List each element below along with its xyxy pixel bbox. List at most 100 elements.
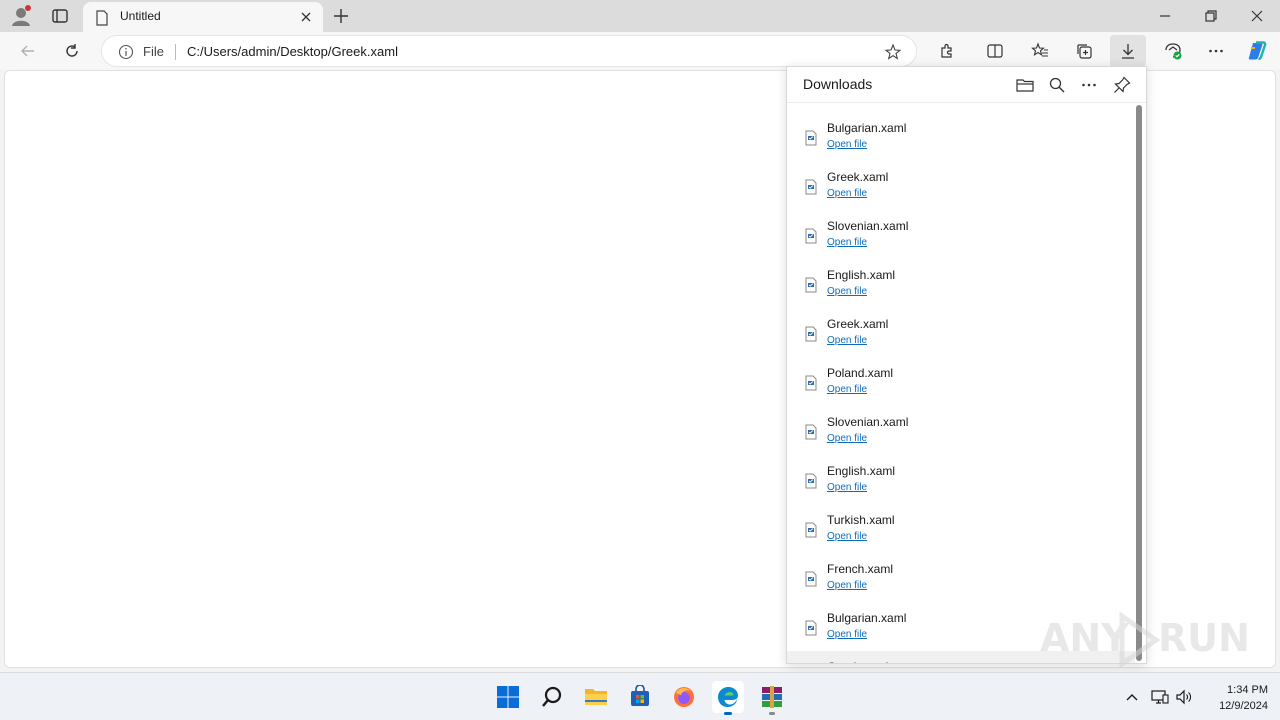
- download-item[interactable]: French.xaml Open file: [787, 553, 1135, 602]
- xaml-file-icon: [803, 130, 819, 146]
- back-icon[interactable]: [17, 40, 39, 62]
- open-file-link[interactable]: Open file: [827, 237, 867, 248]
- new-tab-icon[interactable]: [331, 6, 351, 26]
- split-screen-icon[interactable]: [984, 40, 1006, 62]
- refresh-icon[interactable]: [61, 40, 83, 62]
- running-indicator: [769, 712, 775, 715]
- close-tab-icon[interactable]: [299, 10, 313, 24]
- file-explorer-icon[interactable]: [580, 681, 612, 713]
- browser-essentials-icon[interactable]: [1162, 40, 1184, 62]
- xaml-file-icon: [803, 375, 819, 391]
- download-file-name: Bulgarian.xaml: [827, 121, 907, 135]
- download-item[interactable]: Greek.xaml Open file: [787, 308, 1135, 357]
- download-item[interactable]: Slovenian.xaml Open file: [787, 210, 1135, 259]
- favorite-star-icon[interactable]: [884, 43, 902, 61]
- download-file-name: Bulgarian.xaml: [827, 611, 907, 625]
- downloads-more-icon[interactable]: [1079, 75, 1099, 95]
- tab-actions-icon[interactable]: [50, 6, 70, 26]
- download-file-name: Greek.xaml: [827, 660, 888, 663]
- downloads-panel: Downloads Bulgarian.xaml Open file Greek.x…: [786, 66, 1147, 664]
- page-icon: [96, 10, 108, 26]
- active-indicator: [724, 712, 732, 715]
- open-file-link[interactable]: Open file: [827, 433, 867, 444]
- download-file-name: Greek.xaml: [827, 317, 889, 331]
- clock-time: 1:34 PM: [1227, 684, 1268, 696]
- address-separator: [175, 44, 176, 60]
- search-icon[interactable]: [1047, 75, 1067, 95]
- download-file-name: Slovenian.xaml: [827, 415, 909, 429]
- show-hidden-icons-icon[interactable]: [1122, 687, 1142, 707]
- tab-title: Untitled: [120, 9, 161, 23]
- download-item[interactable]: Poland.xaml Open file: [787, 357, 1135, 406]
- download-file-name: Greek.xaml: [827, 170, 889, 184]
- open-file-link[interactable]: Open file: [827, 384, 867, 395]
- clock-date: 12/9/2024: [1219, 700, 1268, 712]
- open-folder-icon[interactable]: [1015, 75, 1035, 95]
- site-info-icon[interactable]: [118, 44, 134, 60]
- download-file-name: French.xaml: [827, 562, 894, 576]
- copilot-icon[interactable]: [1246, 40, 1268, 62]
- xaml-file-icon: [803, 571, 819, 587]
- xaml-file-icon: [803, 228, 819, 244]
- browser-toolbar: File C:/Users/admin/Desktop/Greek.xaml: [0, 32, 1280, 70]
- download-item[interactable]: English.xaml Open file: [787, 259, 1135, 308]
- network-icon[interactable]: [1150, 687, 1170, 707]
- tab-untitled[interactable]: Untitled: [83, 2, 323, 32]
- downloads-title: Downloads: [803, 76, 873, 92]
- open-file-link[interactable]: Open file: [827, 188, 867, 199]
- download-file-name: Turkish.xaml: [827, 513, 895, 527]
- edge-taskbar-icon[interactable]: [712, 681, 744, 715]
- downloads-icon[interactable]: [1110, 35, 1146, 67]
- pin-icon[interactable]: [1112, 75, 1132, 95]
- url-text[interactable]: C:/Users/admin/Desktop/Greek.xaml: [187, 44, 398, 59]
- download-item[interactable]: Greek.xaml Open file: [787, 161, 1135, 210]
- favorites-icon[interactable]: [1029, 40, 1051, 62]
- minimize-icon[interactable]: [1155, 6, 1175, 26]
- volume-icon[interactable]: [1174, 687, 1194, 707]
- firefox-icon[interactable]: [668, 681, 700, 713]
- search-taskbar-icon[interactable]: [536, 681, 568, 713]
- open-file-link[interactable]: Open file: [827, 482, 867, 493]
- downloads-list: Bulgarian.xaml Open file Greek.xaml Open fi…: [787, 104, 1135, 663]
- download-item[interactable]: English.xaml Open file: [787, 455, 1135, 504]
- download-item[interactable]: Turkish.xaml Open file: [787, 504, 1135, 553]
- open-file-link[interactable]: Open file: [827, 531, 867, 542]
- scheme-label: File: [143, 44, 164, 59]
- xaml-file-icon: [803, 620, 819, 636]
- download-file-name: English.xaml: [827, 268, 896, 282]
- download-item[interactable]: Slovenian.xaml Open file: [787, 406, 1135, 455]
- address-bar[interactable]: File C:/Users/admin/Desktop/Greek.xaml: [101, 35, 917, 67]
- open-file-link[interactable]: Open file: [827, 286, 867, 297]
- system-clock[interactable]: 1:34 PM 12/9/2024: [1198, 682, 1268, 714]
- collections-icon[interactable]: [1073, 40, 1095, 62]
- tab-strip: Untitled: [0, 0, 1280, 32]
- winrar-icon[interactable]: [756, 681, 788, 715]
- xaml-file-icon: [803, 326, 819, 342]
- close-window-icon[interactable]: [1247, 6, 1267, 26]
- start-icon[interactable]: [492, 681, 524, 713]
- download-file-name: Poland.xaml: [827, 366, 894, 380]
- extensions-icon[interactable]: [936, 40, 958, 62]
- restore-icon[interactable]: [1201, 6, 1221, 26]
- download-file-name: Slovenian.xaml: [827, 219, 909, 233]
- open-file-link[interactable]: Open file: [827, 629, 867, 640]
- xaml-file-icon: [803, 424, 819, 440]
- taskbar: 1:34 PM 12/9/2024: [0, 672, 1280, 720]
- more-options-icon[interactable]: [1205, 40, 1227, 62]
- xaml-file-icon: [803, 522, 819, 538]
- open-file-link[interactable]: Open file: [827, 139, 867, 150]
- download-file-name: English.xaml: [827, 464, 896, 478]
- downloads-header: Downloads: [787, 67, 1146, 103]
- xaml-file-icon: [803, 179, 819, 195]
- store-icon[interactable]: [624, 681, 656, 713]
- xaml-file-icon: [803, 473, 819, 489]
- scrollbar-thumb[interactable]: [1136, 105, 1142, 661]
- watermark-text-right: RUN: [1158, 616, 1250, 660]
- notification-dot: [25, 5, 31, 11]
- downloads-scrollbar[interactable]: [1136, 105, 1142, 661]
- watermark: ANY RUN: [1040, 612, 1250, 668]
- open-file-link[interactable]: Open file: [827, 335, 867, 346]
- download-item[interactable]: Bulgarian.xaml Open file: [787, 112, 1135, 161]
- profile-avatar-icon[interactable]: [10, 5, 32, 27]
- open-file-link[interactable]: Open file: [827, 580, 867, 591]
